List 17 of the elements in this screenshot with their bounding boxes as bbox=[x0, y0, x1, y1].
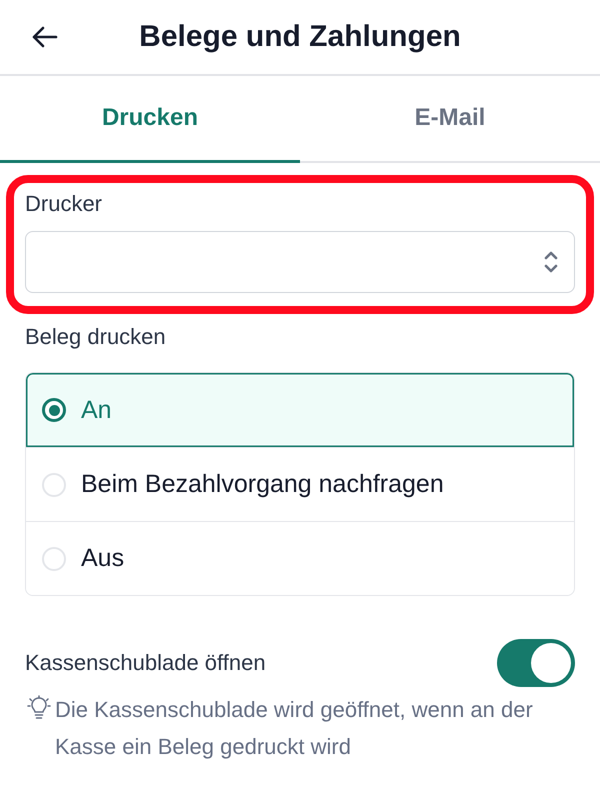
page-title: Belege und Zahlungen bbox=[139, 20, 461, 54]
toggle-switch[interactable] bbox=[497, 639, 575, 687]
tab[interactable]: E-Mail bbox=[300, 76, 600, 163]
arrow-left-icon bbox=[32, 26, 58, 48]
radio-option[interactable]: Aus bbox=[26, 521, 574, 595]
chevron-up-down-icon bbox=[544, 251, 558, 273]
radio-button-icon bbox=[42, 546, 66, 570]
back-button[interactable] bbox=[30, 24, 60, 50]
section-label: Beleg drucken bbox=[25, 324, 166, 350]
radio-button-icon bbox=[42, 472, 66, 496]
radio-button-icon bbox=[42, 398, 66, 422]
toggle-label: Kassenschublade öffnen bbox=[25, 650, 266, 676]
hint-text: Die Kassenschublade wird geöffnet, wenn an der Kasse ein Beleg gedruckt wird bbox=[55, 696, 534, 761]
tab[interactable]: Drucken bbox=[0, 76, 300, 163]
radio-option[interactable]: An bbox=[26, 373, 574, 447]
lightbulb-icon bbox=[27, 695, 51, 721]
field-label: Drucker bbox=[25, 191, 102, 217]
